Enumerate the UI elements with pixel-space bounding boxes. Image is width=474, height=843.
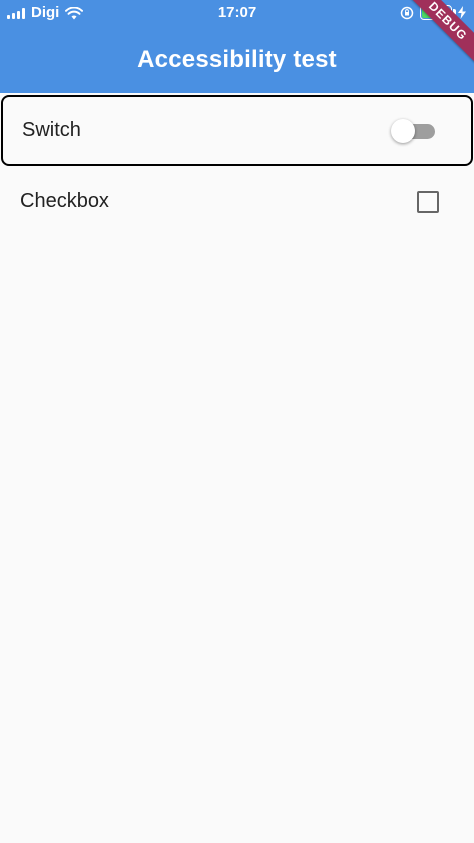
app-bar: Accessibility test [0, 26, 474, 93]
status-bar: Digi 17:07 [0, 0, 474, 26]
switch-toggle[interactable] [391, 118, 435, 143]
checkbox-tile[interactable]: Checkbox [0, 166, 474, 237]
switch-tile[interactable]: Switch [1, 95, 473, 166]
checkbox[interactable] [417, 190, 439, 213]
page-title: Accessibility test [137, 45, 337, 73]
settings-list: Switch Checkbox [0, 93, 474, 237]
switch-label: Switch [22, 119, 81, 141]
rotation-lock-icon [400, 6, 414, 19]
checkbox-label: Checkbox [20, 190, 109, 212]
switch-thumb [391, 118, 415, 143]
